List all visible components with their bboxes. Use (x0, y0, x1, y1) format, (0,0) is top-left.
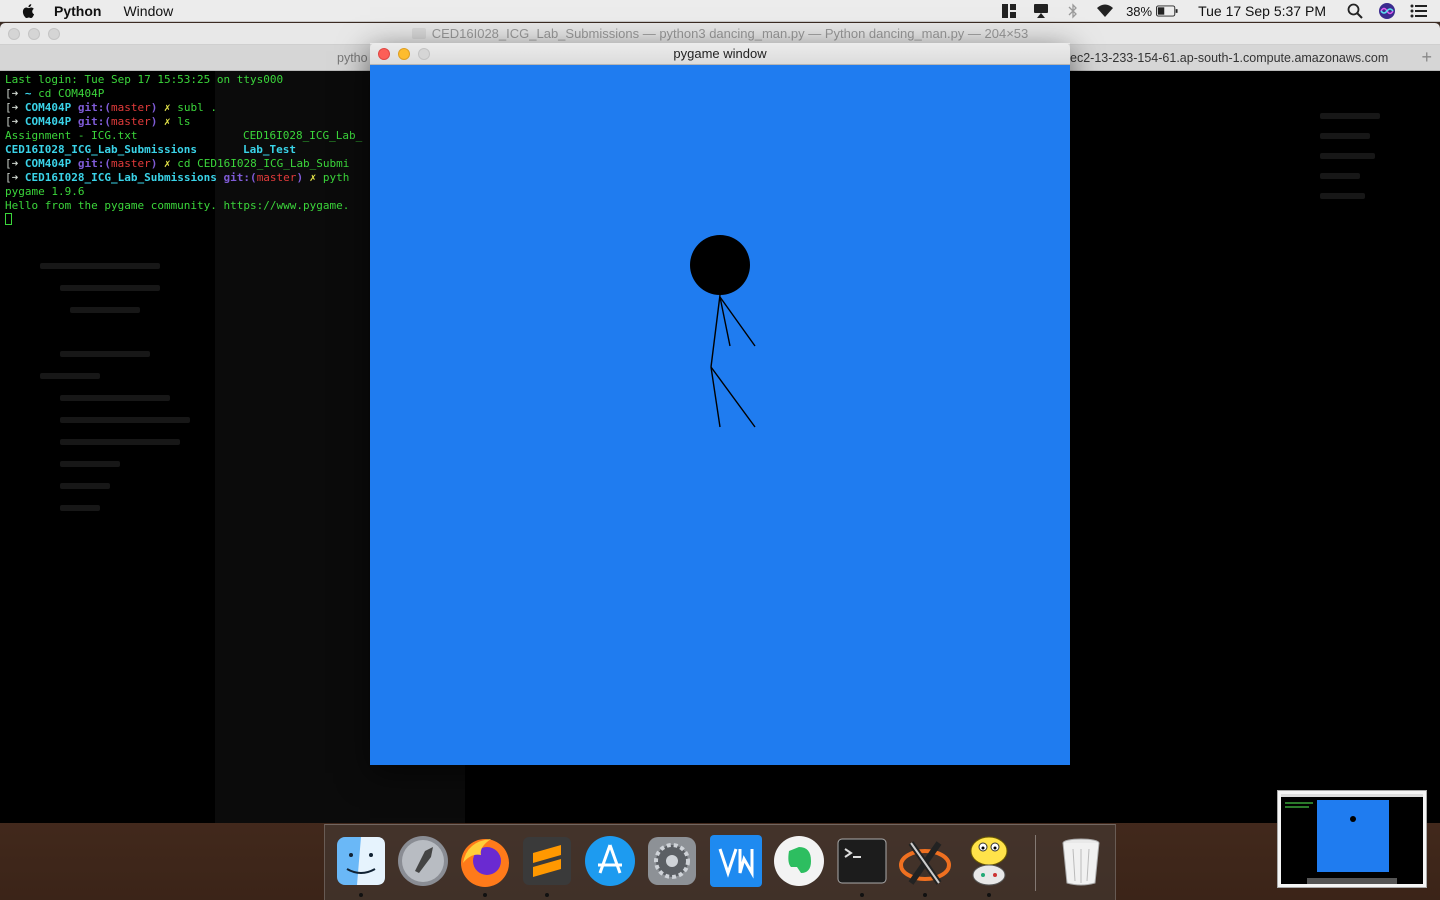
pygame-window[interactable]: pygame window (370, 43, 1070, 765)
dock-system-preferences[interactable] (644, 833, 700, 889)
dock-launchpad[interactable] (395, 833, 451, 889)
folder-icon (411, 28, 426, 39)
launchpad-icon (398, 836, 448, 886)
thumbnail-menubar (1281, 794, 1423, 797)
dock-python-launcher[interactable] (961, 833, 1017, 897)
thumbnail-stick-figure (1350, 816, 1356, 822)
dock-finder[interactable] (333, 833, 389, 897)
xquartz-icon (899, 841, 951, 885)
blurred-text-line (40, 373, 100, 379)
stick-figure-head (690, 235, 750, 295)
terminal-minimize-button[interactable] (28, 28, 40, 40)
dock-sublime-text[interactable] (519, 833, 575, 897)
evernote-icon (774, 836, 824, 886)
wifi-icon[interactable] (1094, 2, 1116, 20)
terminal-titlebar[interactable]: CED16I028_ICG_Lab_Submissions — python3 … (0, 23, 1440, 45)
dock-firefox[interactable] (457, 833, 513, 897)
blurred-text-line (60, 417, 190, 423)
apple-menu-icon[interactable] (20, 2, 38, 20)
menubar-clock[interactable]: Tue 17 Sep 5:37 PM (1198, 3, 1326, 19)
dock-separator (1035, 835, 1036, 891)
dock-trash[interactable] (1053, 833, 1109, 889)
terminal-close-button[interactable] (8, 28, 20, 40)
battery-icon[interactable] (1156, 2, 1178, 20)
running-indicator (483, 893, 487, 897)
menu-window[interactable]: Window (123, 3, 173, 19)
dock-terminal[interactable] (834, 833, 890, 897)
blurred-text-line (60, 439, 180, 445)
blurred-text-line (40, 263, 160, 269)
blurred-text-line (60, 505, 100, 511)
bluetooth-icon[interactable] (1062, 2, 1084, 20)
blurred-text-line (1320, 113, 1380, 119)
spotlight-search-icon[interactable] (1344, 2, 1366, 20)
terminal-title: CED16I028_ICG_Lab_Submissions — python3 … (431, 26, 1029, 41)
thumbnail-dock (1307, 878, 1397, 884)
terminal-tab-python[interactable]: pytho (337, 51, 368, 65)
siri-icon[interactable] (1376, 2, 1398, 20)
thumbnail-pygame-window (1317, 800, 1389, 872)
battery-percentage: 38% (1126, 3, 1153, 19)
blurred-text-line (60, 285, 160, 291)
blurred-text-line (60, 483, 110, 489)
new-tab-button[interactable]: + (1421, 47, 1432, 68)
pygame-canvas[interactable] (370, 65, 1070, 765)
terminal-tab-ssh[interactable]: ec2-13-233-154-61.ap-south-1.compute.ama… (1070, 51, 1388, 65)
blurred-text-line (1320, 173, 1360, 179)
blurred-text-line (1320, 153, 1375, 159)
pygame-zoom-button[interactable] (418, 48, 430, 60)
trash-icon (1062, 838, 1100, 886)
app-store-icon (585, 836, 635, 886)
thumbnail-preview (1281, 794, 1423, 884)
system-preferences-icon (648, 837, 696, 885)
pygame-minimize-button[interactable] (398, 48, 410, 60)
blurred-text-line (70, 307, 140, 313)
blurred-text-line (1320, 133, 1370, 139)
terminal-icon (837, 838, 887, 884)
blurred-text-line (1320, 193, 1365, 199)
pygame-window-title: pygame window (673, 46, 767, 61)
menu-bar: Python Window 38% Tue 17 Sep 5:37 PM (0, 0, 1440, 22)
terminal-zoom-button[interactable] (48, 28, 60, 40)
running-indicator (860, 893, 864, 897)
sublime-text-icon (523, 837, 571, 885)
thumbnail-terminal-line (1285, 802, 1313, 804)
running-indicator (545, 893, 549, 897)
dock-vnc-viewer[interactable] (708, 833, 764, 889)
running-indicator (923, 893, 927, 897)
app-menu-python[interactable]: Python (54, 3, 101, 19)
dock-app-store[interactable] (582, 833, 638, 889)
canvas-background (370, 65, 1070, 765)
thumbnail-terminal-line (1285, 806, 1309, 808)
pygame-titlebar[interactable]: pygame window (370, 43, 1070, 65)
notification-center-icon[interactable] (1408, 2, 1430, 20)
firefox-icon (461, 839, 509, 887)
blurred-text-line (60, 395, 170, 401)
blurred-text-line (60, 351, 150, 357)
pygame-close-button[interactable] (378, 48, 390, 60)
finder-icon (337, 837, 385, 885)
screenshot-thumbnail[interactable] (1277, 790, 1427, 888)
running-indicator (359, 893, 363, 897)
dock-xquartz[interactable] (897, 833, 953, 897)
airplay-display-icon[interactable] (1030, 2, 1052, 20)
vnc-viewer-icon (710, 835, 762, 887)
terminal-cursor (5, 213, 12, 225)
running-indicator (987, 893, 991, 897)
python-launcher-icon (970, 836, 1008, 886)
dock (324, 824, 1116, 900)
magnet-window-icon[interactable] (998, 2, 1020, 20)
blurred-text-line (60, 461, 120, 467)
dock-evernote[interactable] (771, 833, 827, 889)
